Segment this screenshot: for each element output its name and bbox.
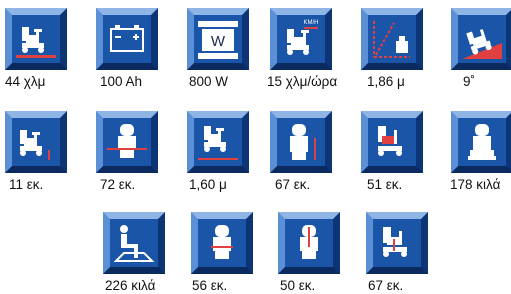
ground-clearance-icon [5,111,67,173]
spec-range-value: 44 χλμ [5,74,46,89]
climbing-angle-icon [451,8,511,70]
motor-power-icon: W [187,8,249,70]
total-width-icon [96,111,158,173]
backrest-height-icon [278,212,340,274]
seat-width-icon [191,212,253,274]
scooter-weight-icon [451,111,511,173]
spec-backrest-value: 50 εκ. [280,278,316,293]
spec-width-value: 72 εκ. [100,177,136,192]
spec-climb-value: 9˚ [463,74,476,89]
spec-seat-width-value: 56 εκ. [192,278,228,293]
spec-battery-value: 100 Ah [100,74,143,89]
spec-seat-depth-value: 51 εκ. [367,177,403,192]
seat-depth-icon [361,111,423,173]
scooter-range-icon [5,8,67,70]
spec-power-value: 800 W [189,74,229,89]
spec-length-value: 1,60 μ [189,177,227,192]
spec-armrest-value: 67 εκ. [368,278,404,293]
scooter-speed-icon: KM/H [270,8,332,70]
speed-badge: KM/H [304,20,319,26]
power-badge: W [211,33,226,50]
seat-height-icon [270,111,332,173]
spec-clearance-value: 11 εκ. [9,177,44,192]
spec-weight-value: 178 κιλά [450,177,501,192]
battery-icon [96,8,158,70]
armrest-height-icon [366,212,428,274]
total-length-icon [187,111,249,173]
spec-seat-height-value: 67 εκ. [275,177,311,192]
spec-max-user-value: 226 κιλά [105,278,156,293]
spec-speed-value: 15 χλμ/ώρα [267,74,338,89]
spec-turning-value: 1,86 μ [367,74,405,89]
turning-radius-icon [361,8,423,70]
max-user-weight-icon [103,212,165,274]
